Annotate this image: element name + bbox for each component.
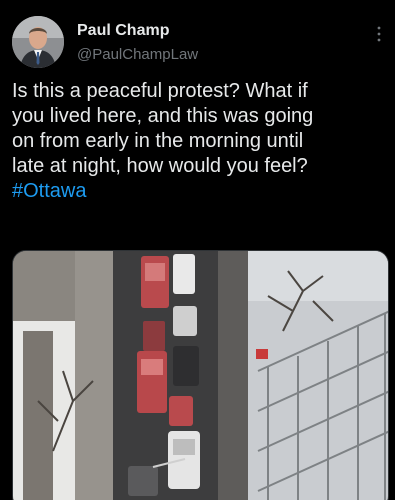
more-vertical-icon[interactable] (371, 24, 387, 44)
aerial-street-photo-icon (13, 251, 388, 500)
profile-photo-icon (12, 16, 64, 68)
author-display-name[interactable]: Paul Champ (77, 22, 169, 40)
author-handle[interactable]: @PaulChampLaw (77, 46, 198, 63)
tweet-text: Is this a peaceful protest? What if you … (12, 79, 395, 204)
tweet-body: Is this a peaceful protest? What if you … (12, 80, 314, 177)
tweet-media-photo[interactable] (12, 250, 389, 500)
tweet-card: Paul Champ @PaulChampLaw Is this a peace… (0, 0, 395, 500)
hashtag-link[interactable]: #Ottawa (12, 180, 86, 202)
avatar[interactable] (12, 16, 64, 68)
